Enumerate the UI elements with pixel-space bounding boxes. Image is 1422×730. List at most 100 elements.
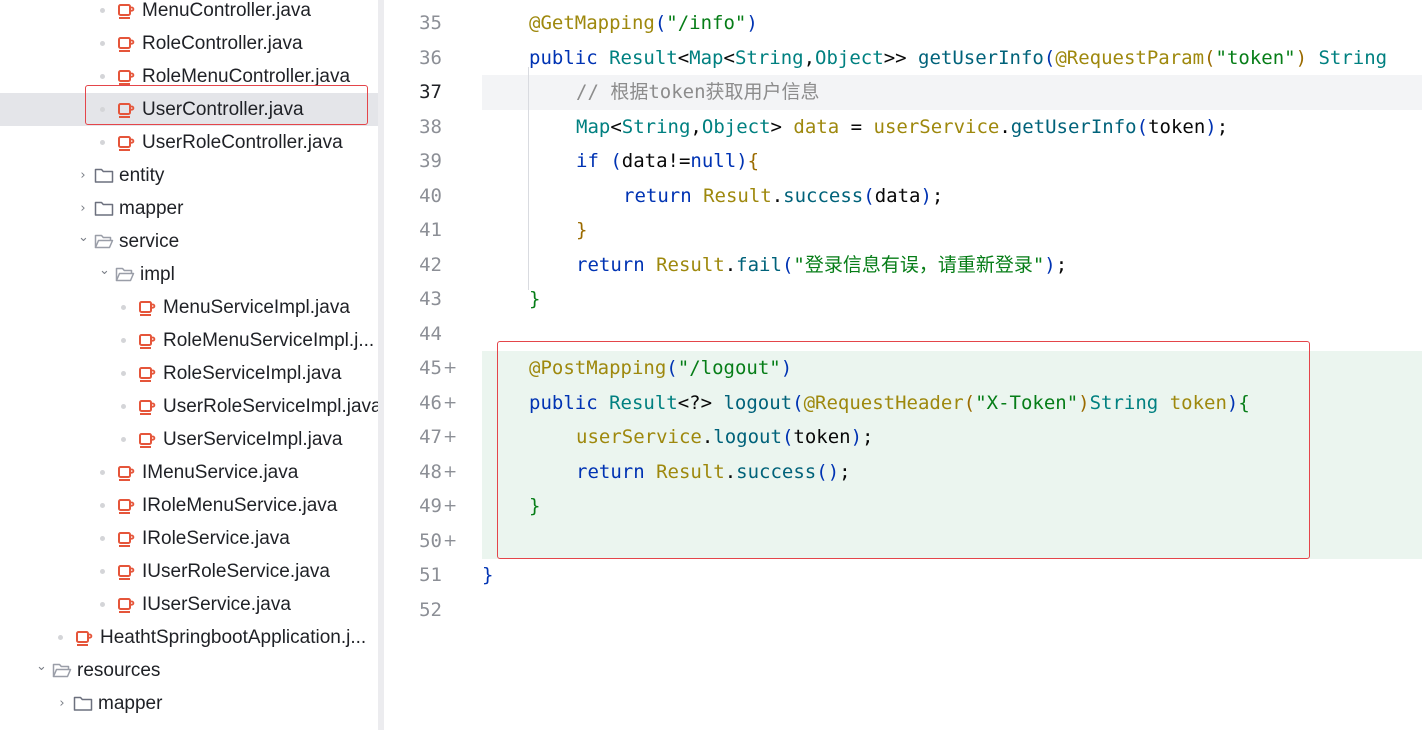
diff-added-marker[interactable]: + [443,351,457,385]
code-line[interactable]: @GetMapping("/info") [529,6,758,40]
tree-item[interactable]: ⌄ impl [0,258,378,291]
tree-leaf-dot [100,74,105,79]
tree-item-label: RoleController.java [142,32,303,54]
line-number: 36 [419,46,442,69]
tree-leaf-dot [121,338,126,343]
tree-item-label: IRoleMenuService.java [142,494,338,516]
tree-item-label: mapper [119,197,184,219]
line-number: 43 [419,288,442,310]
folder-icon [115,266,135,284]
tree-item[interactable]: RoleMenuServiceImpl.j... [0,324,378,357]
tree-item-label: IMenuService.java [142,461,299,483]
tree-item[interactable]: ⌄ resources [0,654,378,687]
tree-item[interactable]: › entity [0,159,378,192]
tree-item[interactable]: IRoleService.java [0,522,378,555]
java-class-icon [117,464,137,482]
tree-leaf-dot [58,635,63,640]
chevron-down-icon[interactable]: ⌄ [78,230,89,245]
code-line[interactable]: return Result.success(data); [623,179,943,213]
tree-item-label: RoleMenuServiceImpl.j... [163,329,375,351]
tree-item[interactable]: › mapper [0,192,378,225]
line-number: 51 [419,564,442,586]
java-class-icon [138,398,158,416]
tree-item[interactable]: IRoleMenuService.java [0,489,378,522]
java-class-icon [117,596,137,614]
folder-icon [73,695,93,713]
folder-icon [52,662,72,680]
code-editor[interactable]: 35 @GetMapping("/info") 36 public Result<Ma… [384,0,1422,730]
line-number: 42 [419,253,442,276]
line-number: 40 [419,184,442,207]
code-line[interactable]: public Result<Map<String,Object>> getUse… [529,41,1399,75]
chevron-right-icon[interactable]: › [78,168,88,183]
folder-icon [94,233,114,251]
project-tree: MenuController.java RoleController.java Ro… [0,0,378,730]
tree-item[interactable]: UserServiceImpl.java [0,423,378,456]
tree-item-label: resources [77,659,161,681]
tree-item[interactable]: MenuController.java [0,0,378,27]
java-class-icon [117,497,137,515]
diff-added-marker[interactable]: + [443,489,457,523]
tree-leaf-dot [100,569,105,574]
line-number: 38 [419,115,442,138]
tree-leaf-dot [100,503,105,508]
tree-leaf-dot [121,371,126,376]
diff-added-marker[interactable]: + [443,455,457,489]
java-class-icon [138,332,158,350]
tree-item-label: IUserService.java [142,593,291,615]
code-line[interactable]: } [576,213,587,247]
java-class-icon [117,134,137,152]
diff-added-marker[interactable]: + [443,386,457,420]
code-line[interactable]: Map<String,Object> data = userService.ge… [576,110,1228,144]
tree-item[interactable]: › mapper [0,687,378,720]
line-number: 52 [419,598,442,621]
tree-item-label: RoleServiceImpl.java [163,362,342,384]
line-number: 44 [419,322,442,345]
code-line[interactable]: // 根据token获取用户信息 [576,75,820,109]
tree-item-label: MenuServiceImpl.java [163,296,350,318]
tree-item[interactable]: UserRoleController.java [0,126,378,159]
tree-leaf-dot [100,41,105,46]
chevron-right-icon[interactable]: › [78,201,88,216]
java-class-icon [138,299,158,317]
line-number: 41 [419,219,442,241]
tree-item-label: impl [140,263,175,285]
line-number: 48 [419,460,442,483]
tree-leaf-dot [100,140,105,145]
tree-leaf-dot [121,404,126,409]
code-line[interactable]: if (data!=null){ [576,144,759,178]
tree-item-label: IRoleService.java [142,527,290,549]
folder-icon [94,200,114,218]
code-line[interactable]: } [482,558,493,592]
tree-item-label: service [119,230,180,252]
selection-highlight-box [85,85,368,125]
tree-item-label: HeathtSpringbootApplication.j... [100,626,367,648]
tree-item[interactable]: RoleServiceImpl.java [0,357,378,390]
code-line[interactable]: return Result.fail("登录信息有误，请重新登录"); [576,248,1067,282]
tree-item[interactable]: IUserService.java [0,588,378,621]
tree-leaf-dot [100,470,105,475]
tree-item[interactable]: RoleController.java [0,27,378,60]
tree-leaf-dot [121,305,126,310]
folder-icon [94,167,114,185]
line-number: 47 [419,426,442,448]
tree-item[interactable]: HeathtSpringbootApplication.j... [0,621,378,654]
chevron-right-icon[interactable]: › [57,696,67,711]
tree-item[interactable]: ⌄ service [0,225,378,258]
code-line[interactable]: } [529,282,540,316]
chevron-down-icon[interactable]: ⌄ [36,659,47,674]
tree-leaf-dot [100,536,105,541]
diff-added-marker[interactable]: + [443,420,457,454]
tree-item[interactable]: MenuServiceImpl.java [0,291,378,324]
indent-guide [528,67,529,290]
java-class-icon [117,68,137,86]
tree-item[interactable]: IUserRoleService.java [0,555,378,588]
tree-item[interactable]: UserRoleServiceImpl.java [0,390,378,423]
tree-leaf-dot [100,8,105,13]
tree-leaf-dot [121,437,126,442]
diff-added-marker[interactable]: + [443,524,457,558]
chevron-down-icon[interactable]: ⌄ [99,263,110,278]
line-number: 39 [419,150,442,172]
tree-item[interactable]: IMenuService.java [0,456,378,489]
java-class-icon [138,431,158,449]
